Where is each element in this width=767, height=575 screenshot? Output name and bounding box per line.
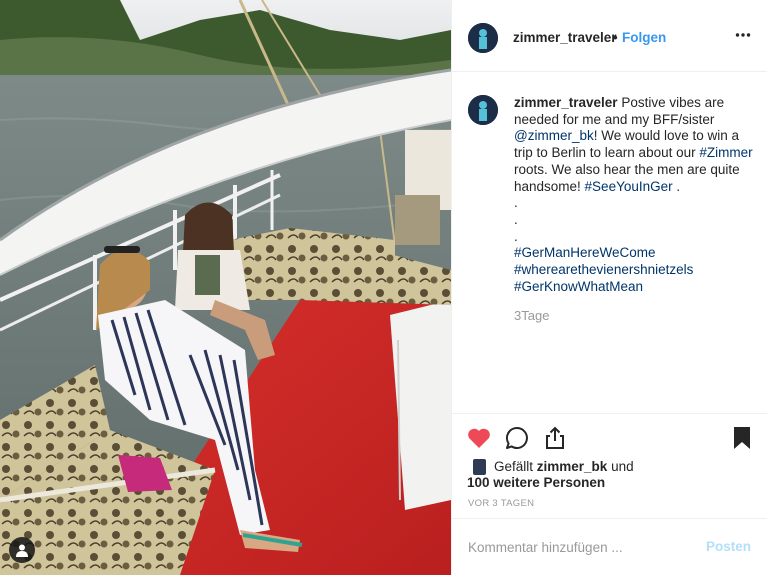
likes-and: und bbox=[607, 459, 634, 474]
post-photo[interactable] bbox=[0, 0, 451, 575]
avatar-image bbox=[468, 95, 498, 125]
post-comment-button[interactable]: Posten bbox=[706, 539, 751, 554]
comment-form: Posten bbox=[452, 518, 767, 575]
hashtag-link[interactable]: #GerKnowWhatMean bbox=[514, 279, 754, 296]
caption-text: . bbox=[672, 178, 681, 194]
heart-icon[interactable] bbox=[466, 425, 492, 451]
user-tag-icon bbox=[16, 544, 28, 557]
likes-others-button[interactable]: 100 weitere Personen bbox=[467, 475, 605, 490]
post-side-panel: zimmer_traveler • Folgen zimmer_traveler… bbox=[451, 0, 767, 575]
caption-dot: . bbox=[514, 228, 518, 244]
caption-avatar[interactable] bbox=[468, 95, 498, 125]
post-date[interactable]: VOR 3 TAGEN bbox=[468, 498, 534, 509]
mention-link[interactable]: @zimmer_bk bbox=[514, 128, 594, 143]
boat-scene-image bbox=[0, 0, 451, 575]
hashtag-link[interactable]: #wherearethevienershnietzels bbox=[514, 262, 754, 279]
likes-prefix: Gefällt bbox=[494, 459, 537, 474]
likes-summary: Gefällt zimmer_bk und bbox=[494, 458, 634, 475]
hashtag-link[interactable]: #GerManHereWeCome bbox=[514, 245, 754, 262]
hashtag-link[interactable]: #Zimmer bbox=[699, 145, 752, 160]
share-icon[interactable] bbox=[542, 425, 568, 451]
hashtag-link[interactable]: #SeeYouInGer bbox=[585, 179, 673, 194]
post-actions: Gefällt zimmer_bk und 100 weitere Person… bbox=[452, 413, 767, 517]
separator-dot: • bbox=[613, 30, 618, 45]
user-tag-button[interactable] bbox=[9, 537, 35, 563]
caption-dot: . bbox=[514, 211, 518, 227]
follow-button[interactable]: Folgen bbox=[622, 30, 666, 45]
comment-input[interactable] bbox=[468, 537, 688, 557]
comments-area: zimmer_traveler Postive vibes are needed… bbox=[452, 72, 767, 412]
liker-username[interactable]: zimmer_bk bbox=[537, 459, 608, 474]
post-header: zimmer_traveler • Folgen bbox=[452, 0, 767, 72]
comment-icon[interactable] bbox=[504, 425, 530, 451]
post-author-username[interactable]: zimmer_traveler bbox=[513, 30, 617, 45]
bookmark-icon[interactable] bbox=[729, 425, 755, 451]
more-horizontal-icon[interactable] bbox=[735, 27, 751, 43]
caption-timestamp[interactable]: 3Tage bbox=[514, 308, 549, 323]
post-caption: zimmer_traveler Postive vibes are needed… bbox=[514, 95, 754, 295]
caption-username[interactable]: zimmer_traveler bbox=[514, 95, 618, 110]
liker-avatar bbox=[473, 459, 486, 475]
avatar[interactable] bbox=[468, 23, 498, 53]
avatar-image bbox=[468, 23, 498, 53]
caption-dot: . bbox=[514, 195, 518, 211]
